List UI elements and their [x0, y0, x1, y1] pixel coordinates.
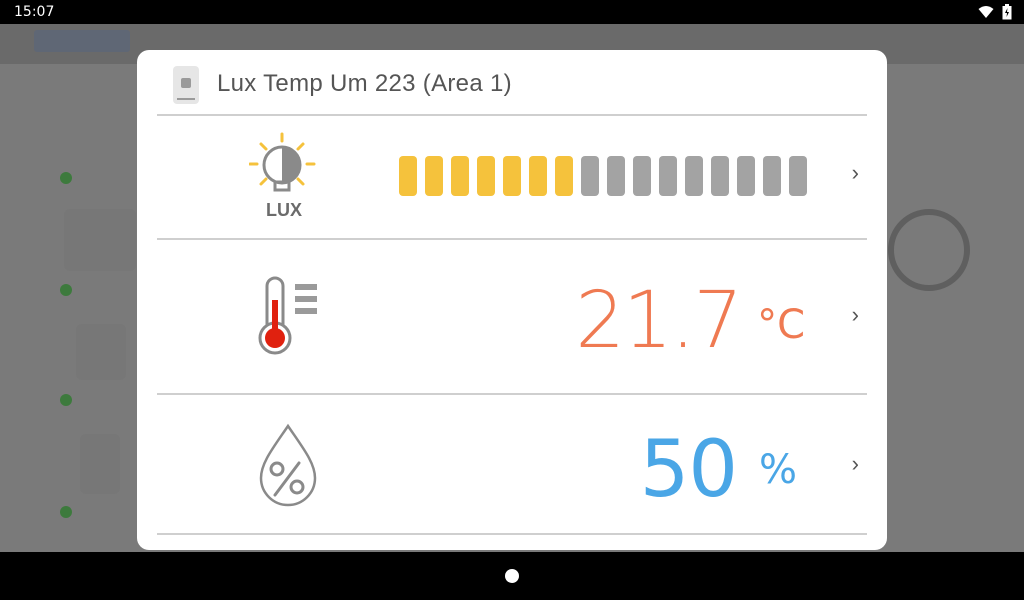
sensor-dialog: Lux Temp Um 223 (Area 1) LUX › 21.7 °C ›… [137, 50, 887, 550]
lux-segment-filled [425, 156, 443, 196]
lux-segment-empty [711, 156, 729, 196]
home-button[interactable] [505, 569, 519, 583]
lux-segment-filled [503, 156, 521, 196]
status-bar: 15:07 [0, 0, 1024, 24]
lux-segment-empty [685, 156, 703, 196]
sensor-device-icon [173, 66, 199, 104]
status-dot [60, 284, 72, 296]
lux-segment-empty [581, 156, 599, 196]
humidity-unit: % [758, 447, 797, 493]
status-dot [60, 506, 72, 518]
thermometer-icon [258, 276, 317, 355]
humidity-row[interactable]: 50 % › [157, 395, 867, 535]
temperature-row[interactable]: 21.7 °C › [157, 240, 867, 395]
humidity-drop-icon [259, 423, 317, 507]
background-card [64, 209, 136, 271]
lux-segment-empty [659, 156, 677, 196]
battery-icon [1002, 4, 1012, 20]
lux-segment-empty [737, 156, 755, 196]
lux-segment-filled [477, 156, 495, 196]
lux-segment-empty [607, 156, 625, 196]
chevron-right-icon[interactable]: › [852, 302, 859, 328]
navigation-bar [0, 552, 1024, 600]
lux-segment-filled [399, 156, 417, 196]
clock: 15:07 [14, 4, 55, 20]
background-card [80, 434, 120, 494]
lux-label: LUX [266, 200, 302, 220]
chevron-right-icon[interactable]: › [852, 160, 859, 186]
temperature-value: 21.7 [575, 276, 743, 366]
lux-row[interactable]: LUX › [157, 116, 867, 240]
status-dot [60, 394, 72, 406]
lux-level-bar [399, 156, 807, 196]
temperature-unit: °C [757, 302, 805, 348]
humidity-value: 50 [639, 425, 738, 515]
dialog-header: Lux Temp Um 223 (Area 1) [157, 50, 867, 116]
lux-segment-filled [555, 156, 573, 196]
wifi-icon [978, 6, 994, 18]
lux-segment-empty [789, 156, 807, 196]
status-icons [978, 4, 1012, 20]
background-ring [888, 209, 970, 291]
chevron-right-icon[interactable]: › [852, 451, 859, 477]
background-card [76, 324, 126, 380]
lux-segment-empty [633, 156, 651, 196]
background-logo [34, 30, 130, 52]
dialog-title: Lux Temp Um 223 (Area 1) [217, 70, 512, 97]
lux-segment-empty [763, 156, 781, 196]
lux-segment-filled [529, 156, 547, 196]
status-dot [60, 172, 72, 184]
lux-segment-filled [451, 156, 469, 196]
